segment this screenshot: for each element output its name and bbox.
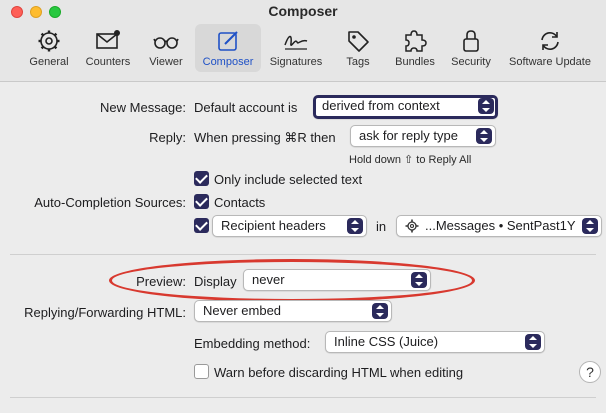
- reply-shortcut-label: When pressing ⌘R then: [194, 130, 336, 145]
- recipient-headers-checkbox[interactable]: [194, 218, 209, 233]
- only-selected-checkbox[interactable]: [194, 171, 209, 186]
- tab-security[interactable]: Security: [446, 24, 496, 72]
- reply-type-value: ask for reply type: [359, 128, 458, 143]
- warn-discard-label: Warn before discarding HTML when editing: [214, 365, 464, 380]
- reply-label: Reply:: [149, 130, 186, 145]
- warn-discard-checkbox[interactable]: [194, 364, 209, 379]
- html-embed-popup[interactable]: Never embed: [194, 300, 392, 322]
- tab-tags-label: Tags: [346, 56, 370, 68]
- default-account-popup[interactable]: derived from context: [313, 95, 498, 119]
- gear-icon: [405, 219, 419, 233]
- tab-viewer[interactable]: Viewer: [142, 24, 190, 72]
- mailbox-popup[interactable]: ...Messages • SentPast1Y: [396, 215, 602, 237]
- only-selected-label: Only include selected text: [214, 172, 363, 187]
- envelope-badge-icon: [96, 30, 120, 49]
- popup-arrows-icon: [347, 218, 363, 234]
- contacts-checkbox[interactable]: [194, 194, 209, 209]
- tag-icon: [348, 31, 369, 52]
- tab-software-update-label: Software Update: [509, 56, 591, 68]
- window-title: Composer: [268, 3, 338, 19]
- tab-bundles[interactable]: Bundles: [390, 24, 440, 72]
- composer-settings-pane: New Message: Default account is derived …: [0, 83, 606, 413]
- embedding-method-label: Embedding method:: [194, 336, 311, 351]
- tab-software-update[interactable]: Software Update: [503, 24, 597, 72]
- compose-icon: [218, 31, 238, 51]
- signature-icon: [284, 35, 308, 50]
- contacts-label: Contacts: [214, 195, 266, 210]
- html-embed-value: Never embed: [203, 303, 282, 318]
- preferences-window: Composer General Counters Viewer Compose…: [0, 0, 606, 413]
- tab-viewer-label: Viewer: [149, 56, 183, 68]
- recipient-headers-value: Recipient headers: [221, 218, 326, 233]
- preferences-toolbar: General Counters Viewer Composer Signatu…: [0, 24, 606, 74]
- lock-icon: [463, 30, 479, 52]
- embedding-method-value: Inline CSS (Juice): [334, 334, 439, 349]
- popup-arrows-icon: [525, 334, 541, 350]
- gear-icon: [38, 30, 60, 52]
- default-account-label: Default account is: [194, 100, 298, 115]
- popup-arrows-icon: [372, 303, 388, 319]
- section-divider: [10, 254, 596, 255]
- tab-general-label: General: [29, 56, 69, 68]
- tab-composer-label: Composer: [202, 56, 254, 68]
- glasses-icon: [153, 37, 179, 49]
- in-label: in: [376, 219, 387, 234]
- replying-forwarding-html-label: Replying/Forwarding HTML:: [24, 305, 186, 320]
- tab-tags[interactable]: Tags: [338, 24, 378, 72]
- tab-general[interactable]: General: [24, 24, 74, 72]
- help-button[interactable]: ?: [579, 361, 601, 383]
- puzzle-icon: [405, 30, 427, 52]
- highlight-annotation: [109, 259, 475, 302]
- popup-arrows-icon: [476, 128, 492, 144]
- tab-composer[interactable]: Composer: [195, 24, 261, 72]
- refresh-icon: [541, 32, 559, 50]
- tab-counters-label: Counters: [85, 56, 131, 68]
- default-account-value: derived from context: [322, 98, 440, 113]
- popup-arrows-icon: [582, 218, 598, 234]
- tab-bundles-label: Bundles: [395, 56, 435, 68]
- recipient-headers-popup[interactable]: Recipient headers: [212, 215, 367, 237]
- reply-all-hint: Hold down ⇧ to Reply All: [349, 154, 472, 166]
- mailbox-value: ...Messages • SentPast1Y: [425, 218, 576, 233]
- embedding-method-popup[interactable]: Inline CSS (Juice): [325, 331, 545, 353]
- tab-security-label: Security: [451, 56, 491, 68]
- tab-counters[interactable]: Counters: [80, 24, 136, 72]
- popup-arrows-icon: [478, 98, 494, 114]
- tab-signatures[interactable]: Signatures: [266, 24, 326, 72]
- new-message-label: New Message:: [100, 100, 186, 115]
- auto-completion-label: Auto-Completion Sources:: [34, 195, 186, 210]
- bottom-divider: [10, 397, 596, 398]
- tab-signatures-label: Signatures: [269, 56, 323, 68]
- reply-type-popup[interactable]: ask for reply type: [350, 125, 496, 147]
- title-bar: Composer General Counters Viewer Compose…: [0, 0, 606, 82]
